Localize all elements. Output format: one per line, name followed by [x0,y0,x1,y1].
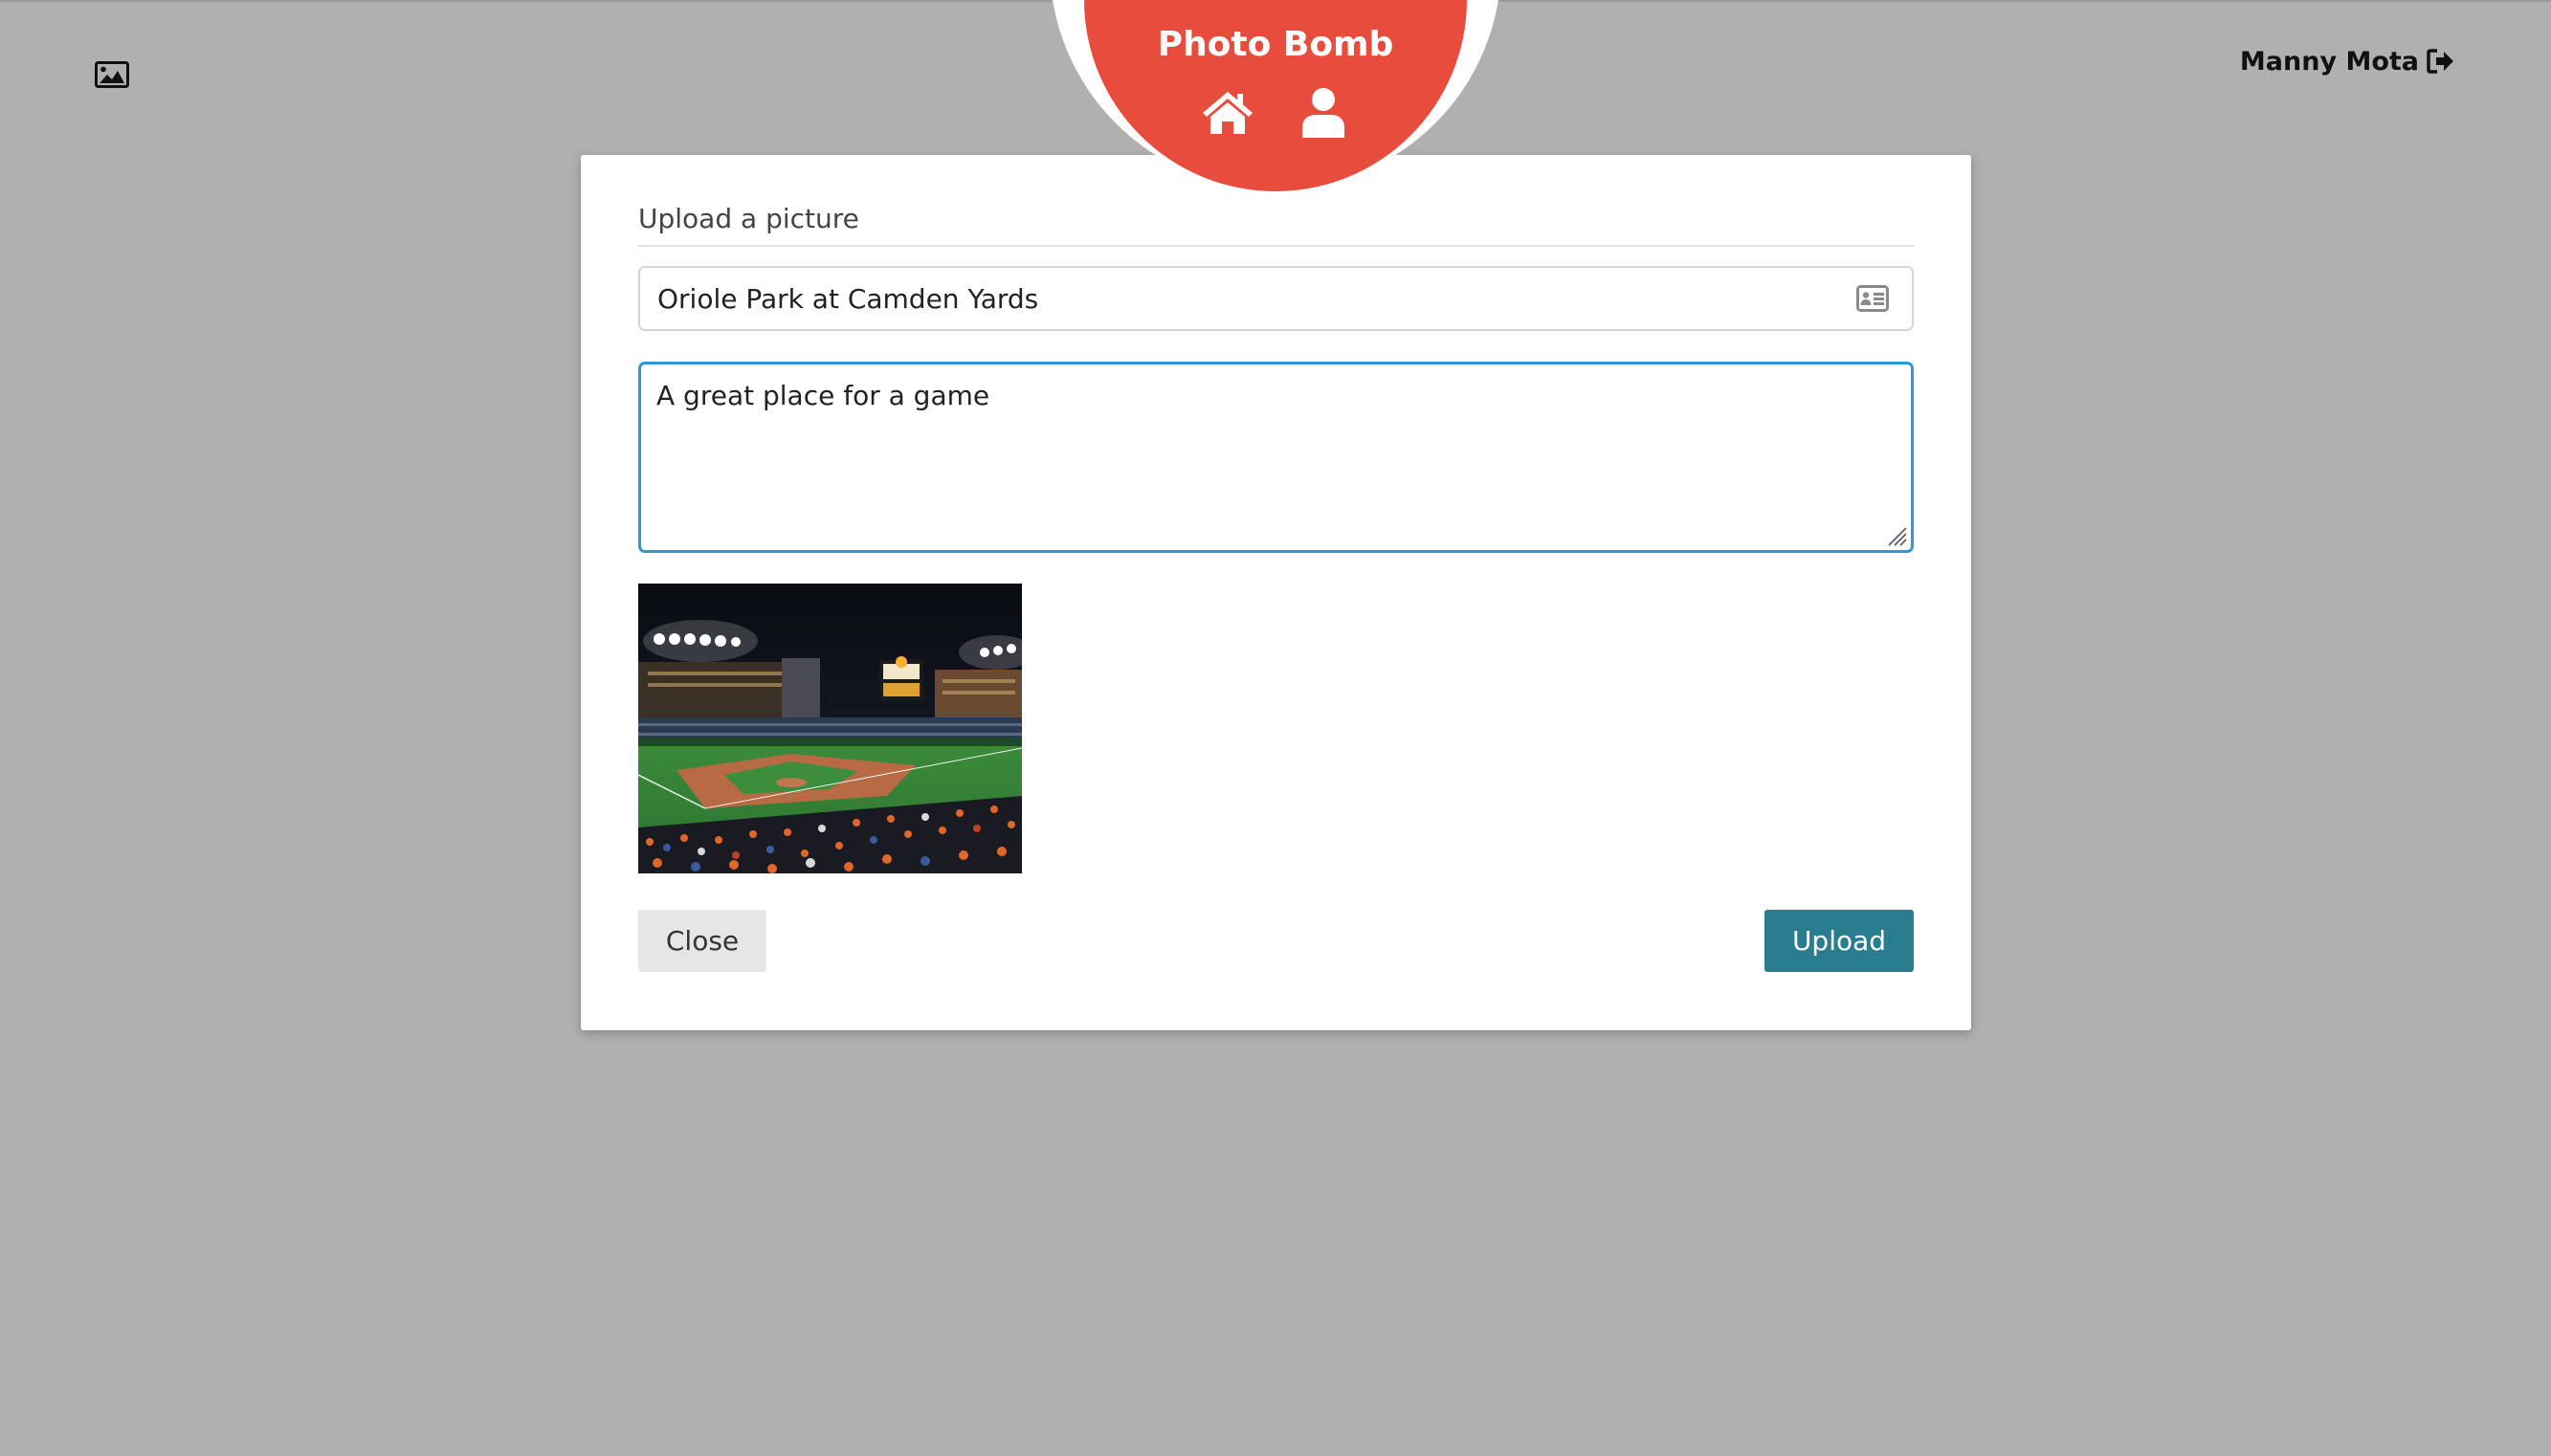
picture-title-input[interactable] [640,268,1844,329]
home-icon[interactable] [1200,88,1255,136]
photo-preview [638,584,1022,873]
sign-out-icon[interactable] [2427,48,2455,75]
close-button[interactable]: Close [638,910,766,972]
user-menu[interactable]: Manny Mota [2240,42,2455,80]
modal-title: Upload a picture [638,203,859,234]
description-textarea[interactable]: A great place for a game [641,364,1900,552]
user-icon[interactable] [1301,86,1345,138]
upload-modal: Upload a picture A great place for a gam… [581,155,1971,1030]
id-card-icon [1856,285,1889,312]
upload-button[interactable]: Upload [1764,910,1914,972]
modal-divider [638,245,1914,247]
image-icon[interactable] [95,61,129,88]
resize-handle[interactable] [1886,525,1907,546]
description-field[interactable]: A great place for a game [638,362,1914,553]
user-name: Manny Mota [2239,46,2419,77]
picture-title-field[interactable] [638,266,1914,331]
brand-title: Photo Bomb [1157,25,1394,64]
